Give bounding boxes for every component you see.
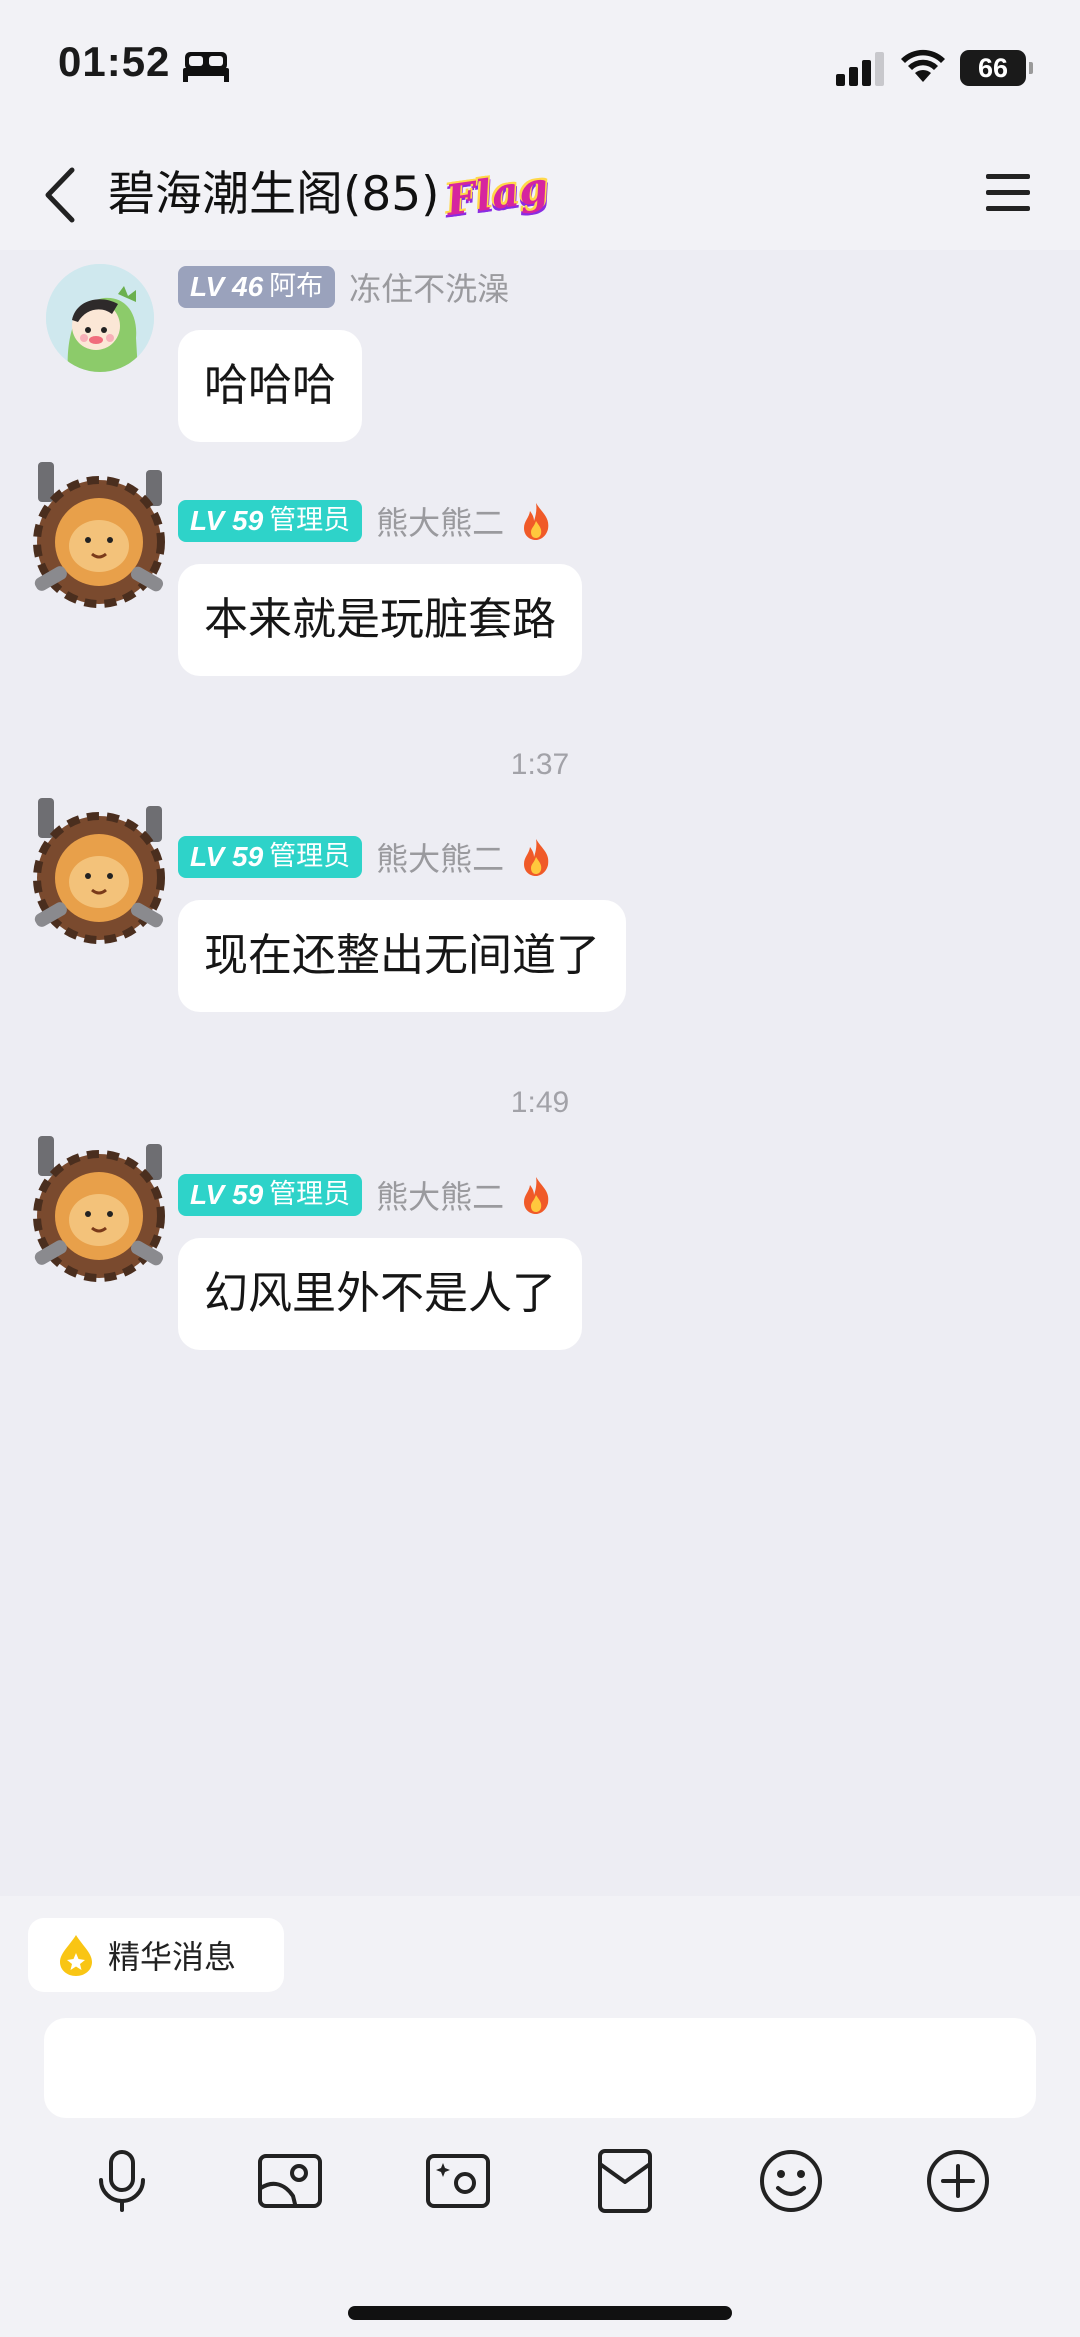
level-badge: LV 59 管理员 — [178, 836, 363, 878]
input-panel: 精华消息 — [0, 1896, 1080, 2337]
flag-badge: Flag — [442, 162, 552, 226]
essence-drop-icon — [60, 1935, 92, 1976]
battery-indicator: 66 — [960, 50, 1033, 86]
message-meta: LV 59 管理员 熊大熊二 — [178, 836, 552, 878]
message-input[interactable] — [44, 2018, 1036, 2118]
sender-name[interactable]: 冻住不洗澡 — [349, 264, 509, 310]
plus-icon[interactable] — [923, 2146, 993, 2216]
home-indicator[interactable] — [348, 2306, 732, 2320]
status-time: 01:52 — [58, 38, 171, 85]
level-badge: LV 59 管理员 — [178, 1174, 363, 1216]
message-bubble[interactable]: 现在还整出无间道了 — [178, 900, 626, 1012]
cat-gear-avatar-icon — [33, 798, 165, 944]
image-icon[interactable] — [255, 2146, 325, 2216]
status-bar: 01:52 66 — [0, 0, 1080, 140]
time-separator: 1:37 — [510, 748, 570, 781]
sender-name[interactable]: 熊大熊二 — [376, 1172, 504, 1218]
sender-name[interactable]: 熊大熊二 — [376, 834, 504, 880]
page-title: 碧海潮生阁(85) — [108, 167, 440, 222]
cat-gear-avatar-icon — [33, 1136, 165, 1282]
avatar[interactable] — [46, 264, 154, 372]
fire-icon — [524, 503, 549, 540]
message-bubble[interactable]: 幻风里外不是人了 — [178, 1238, 582, 1350]
wifi-icon — [901, 49, 945, 82]
level-badge: LV 59 管理员 — [178, 500, 363, 542]
message-meta: LV 46 阿布 冻住不洗澡 — [178, 266, 509, 308]
cellular-signal-icon — [836, 52, 884, 86]
sleep-focus-icon — [183, 52, 229, 82]
essence-messages-button[interactable]: 精华消息 — [28, 1918, 284, 1992]
back-arrow-icon[interactable] — [40, 164, 80, 226]
essence-label: 精华消息 — [108, 1938, 237, 1976]
menu-icon[interactable] — [984, 170, 1032, 216]
emoji-icon[interactable] — [756, 2146, 826, 2216]
message-meta: LV 59 管理员 熊大熊二 — [178, 500, 552, 542]
sender-name[interactable]: 熊大熊二 — [376, 498, 504, 544]
microphone-icon[interactable] — [87, 2146, 157, 2216]
cat-gear-avatar-icon — [33, 462, 165, 608]
red-packet-icon[interactable] — [590, 2146, 660, 2216]
time-separator: 1:49 — [510, 1086, 570, 1119]
chat-area[interactable]: LV 46 阿布 冻住不洗澡 哈哈哈 LV 59 管理员 熊大熊二 本来就是玩脏… — [0, 250, 1080, 1896]
message-bubble[interactable]: 本来就是玩脏套路 — [178, 564, 582, 676]
fire-icon — [524, 1177, 549, 1214]
nav-bar: 碧海潮生阁(85) Flag — [0, 140, 1080, 250]
camera-icon[interactable] — [423, 2146, 493, 2216]
message-bubble[interactable]: 哈哈哈 — [178, 330, 362, 442]
level-badge: LV 46 阿布 — [178, 266, 336, 308]
avatar[interactable] — [30, 798, 168, 956]
message-meta: LV 59 管理员 熊大熊二 — [178, 1174, 552, 1216]
avatar[interactable] — [30, 1136, 168, 1294]
dinosaur-avatar-icon — [46, 264, 154, 372]
avatar[interactable] — [30, 462, 168, 620]
fire-icon — [524, 839, 549, 876]
